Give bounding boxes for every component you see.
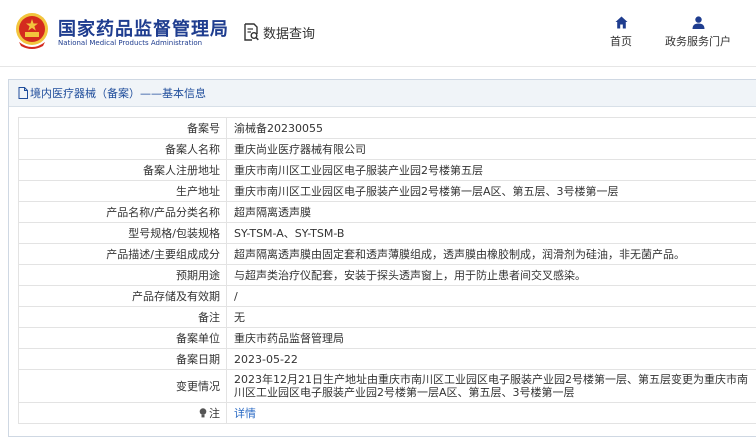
field-value: SY-TSM-A、SY-TSM-B <box>226 222 756 244</box>
field-label: 备案号 <box>18 117 227 139</box>
table-row: 产品存储及有效期 / <box>18 285 756 307</box>
field-label: 产品描述/主要组成成分 <box>18 243 227 265</box>
field-label: 备案人注册地址 <box>18 159 227 181</box>
header-divider <box>0 66 756 67</box>
field-value: / <box>226 285 756 307</box>
data-query-label: 数据查询 <box>263 26 316 42</box>
field-value: 渝械备20230055 <box>226 117 756 139</box>
table-row: 备案号 渝械备20230055 <box>18 117 756 139</box>
table-row: 备案日期 2023-05-22 <box>18 348 756 370</box>
field-label: 备案人名称 <box>18 138 227 160</box>
nav-home[interactable]: 首页 <box>604 16 638 49</box>
table-row: 预期用途 与超声类治疗仪配套，安装于探头透声窗上，用于防止患者间交叉感染。 <box>18 264 756 286</box>
site-header: 国家药品监督管理局 National Medical Products Admi… <box>0 0 756 66</box>
table-row: 型号规格/包装规格 SY-TSM-A、SY-TSM-B <box>18 222 756 244</box>
note-label-cell: 注 <box>18 402 227 424</box>
field-label: 备案单位 <box>18 327 227 349</box>
table-row: 备案人名称 重庆尚业医疗器械有限公司 <box>18 138 756 160</box>
details-link[interactable]: 详情 <box>234 407 256 420</box>
nav-home-label: 首页 <box>610 35 632 48</box>
site-logo-subtitle: National Medical Products Administration <box>58 39 203 47</box>
field-label: 备注 <box>18 306 227 328</box>
field-label: 产品名称/产品分类名称 <box>18 201 227 223</box>
field-value: 2023年12月21日生产地址由重庆市南川区工业园区电子服装产业园2号楼第一层、… <box>226 369 756 403</box>
table-row: 产品描述/主要组成成分 超声隔离透声膜由固定套和透声薄膜组成，透声膜由橡胶制成，润… <box>18 243 756 265</box>
nav-service-portal[interactable]: 政务服务门户 <box>658 16 738 49</box>
note-label: 注 <box>209 406 220 420</box>
table-row: 生产地址 重庆市南川区工业园区电子服装产业园2号楼第一层A区、第五层、3号楼第一层 <box>18 180 756 202</box>
data-query-link[interactable]: 数据查询 <box>244 22 315 42</box>
info-panel: 境内医疗器械（备案）——基本信息 备案号 渝械备20230055 备案人名称 重庆尚业… <box>8 79 756 437</box>
field-label: 产品存储及有效期 <box>18 285 227 307</box>
field-value: 重庆市南川区工业园区电子服装产业园2号楼第一层A区、第五层、3号楼第一层 <box>226 180 756 202</box>
field-value: 超声隔离透声膜 <box>226 201 756 223</box>
table-row: 变更情况 2023年12月21日生产地址由重庆市南川区工业园区电子服装产业园2号楼… <box>18 369 756 403</box>
field-value: 与超声类治疗仪配套，安装于探头透声窗上，用于防止患者间交叉感染。 <box>226 264 756 286</box>
panel-title: 境内医疗器械（备案）——基本信息 <box>30 87 206 100</box>
table-row: 备案人注册地址 重庆市南川区工业园区电子服装产业园2号楼第五层 <box>18 159 756 181</box>
field-value: 重庆市药品监督管理局 <box>226 327 756 349</box>
field-value: 重庆市南川区工业园区电子服装产业园2号楼第五层 <box>226 159 756 181</box>
table-row: 备案单位 重庆市药品监督管理局 <box>18 327 756 349</box>
field-value: 无 <box>226 306 756 328</box>
field-value: 超声隔离透声膜由固定套和透声薄膜组成，透声膜由橡胶制成，润滑剂为硅油，非无菌产品… <box>226 243 756 265</box>
note-row: 注 详情 <box>18 402 756 424</box>
lightbulb-icon <box>199 407 207 417</box>
field-value: 2023-05-22 <box>226 348 756 370</box>
nav-service-portal-label: 政务服务门户 <box>665 35 731 48</box>
field-value: 重庆尚业医疗器械有限公司 <box>226 138 756 160</box>
field-label: 备案日期 <box>18 348 227 370</box>
basic-info-table: 备案号 渝械备20230055 备案人名称 重庆尚业医疗器械有限公司 备案人注册地址 重庆… <box>18 117 756 424</box>
home-icon <box>615 16 627 29</box>
document-search-icon <box>244 23 259 41</box>
note-value-cell: 详情 <box>226 402 756 424</box>
user-icon <box>692 16 704 29</box>
table-row: 产品名称/产品分类名称 超声隔离透声膜 <box>18 201 756 223</box>
field-label: 生产地址 <box>18 180 227 202</box>
site-logo-title[interactable]: 国家药品监督管理局 <box>58 15 229 41</box>
table-row: 备注无 <box>18 306 756 328</box>
national-emblem-icon <box>16 13 48 49</box>
document-icon <box>18 87 28 99</box>
field-label: 变更情况 <box>18 369 227 403</box>
panel-header: 境内医疗器械（备案）——基本信息 <box>9 80 756 107</box>
field-label: 预期用途 <box>18 264 227 286</box>
field-label: 型号规格/包装规格 <box>18 222 227 244</box>
